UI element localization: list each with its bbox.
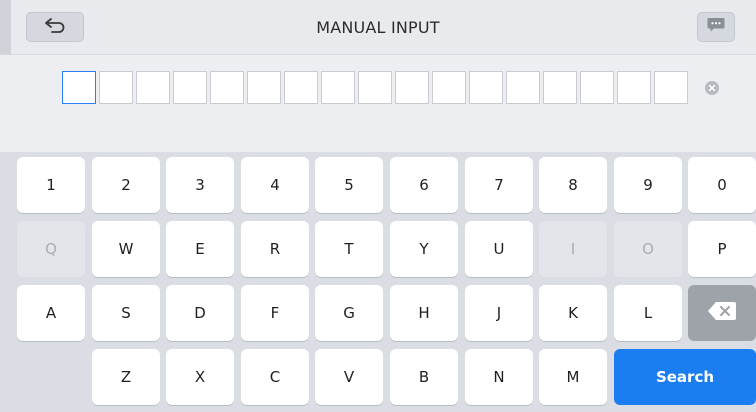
key-e[interactable]: E — [166, 221, 234, 277]
vin-input-area — [0, 54, 756, 152]
key-r[interactable]: R — [241, 221, 309, 277]
key-k[interactable]: K — [539, 285, 607, 341]
char-box[interactable] — [99, 71, 133, 104]
clear-circle-icon[interactable] — [705, 81, 719, 95]
char-box[interactable] — [284, 71, 318, 104]
key-n[interactable]: N — [465, 349, 533, 405]
search-button[interactable]: Search — [614, 349, 756, 405]
key-3[interactable]: 3 — [166, 157, 234, 213]
message-button[interactable] — [697, 12, 735, 42]
char-box[interactable] — [617, 71, 651, 104]
key-f[interactable]: F — [241, 285, 309, 341]
key-x[interactable]: X — [166, 349, 234, 405]
char-box[interactable] — [506, 71, 540, 104]
backspace-icon — [707, 301, 737, 325]
page-title: MANUAL INPUT — [316, 18, 440, 37]
key-t[interactable]: T — [315, 221, 383, 277]
key-4[interactable]: 4 — [241, 157, 309, 213]
char-box[interactable] — [580, 71, 614, 104]
key-l[interactable]: L — [614, 285, 682, 341]
key-s[interactable]: S — [92, 285, 160, 341]
key-w[interactable]: W — [92, 221, 160, 277]
key-q: Q — [17, 221, 85, 277]
key-o: O — [614, 221, 682, 277]
header-bar: MANUAL INPUT — [0, 0, 756, 54]
char-box[interactable] — [210, 71, 244, 104]
key-7[interactable]: 7 — [465, 157, 533, 213]
key-8[interactable]: 8 — [539, 157, 607, 213]
key-0[interactable]: 0 — [688, 157, 756, 213]
key-i: I — [539, 221, 607, 277]
char-box[interactable] — [543, 71, 577, 104]
backspace-key[interactable] — [688, 285, 756, 341]
key-g[interactable]: G — [315, 285, 383, 341]
key-a[interactable]: A — [17, 285, 85, 341]
char-box[interactable] — [395, 71, 429, 104]
char-box[interactable] — [247, 71, 281, 104]
char-box[interactable] — [654, 71, 688, 104]
key-c[interactable]: C — [241, 349, 309, 405]
char-box[interactable] — [358, 71, 392, 104]
key-y[interactable]: Y — [390, 221, 458, 277]
key-1[interactable]: 1 — [17, 157, 85, 213]
key-z[interactable]: Z — [92, 349, 160, 405]
chat-bubble-icon — [707, 17, 725, 37]
char-box[interactable] — [62, 71, 96, 104]
key-6[interactable]: 6 — [390, 157, 458, 213]
char-box[interactable] — [432, 71, 466, 104]
char-box[interactable] — [173, 71, 207, 104]
key-p[interactable]: P — [688, 221, 756, 277]
key-v[interactable]: V — [315, 349, 383, 405]
key-d[interactable]: D — [166, 285, 234, 341]
on-screen-keyboard: 1 2 3 4 5 6 7 8 9 0 Q W E R T Y U I O P A S D F G H J K L Z X C V B N M Sear… — [0, 152, 756, 412]
key-5[interactable]: 5 — [315, 157, 383, 213]
key-h[interactable]: H — [390, 285, 458, 341]
key-m[interactable]: M — [539, 349, 607, 405]
char-box[interactable] — [321, 71, 355, 104]
key-b[interactable]: B — [390, 349, 458, 405]
char-box[interactable] — [469, 71, 503, 104]
key-j[interactable]: J — [465, 285, 533, 341]
key-9[interactable]: 9 — [614, 157, 682, 213]
key-2[interactable]: 2 — [92, 157, 160, 213]
char-box[interactable] — [136, 71, 170, 104]
key-u[interactable]: U — [465, 221, 533, 277]
